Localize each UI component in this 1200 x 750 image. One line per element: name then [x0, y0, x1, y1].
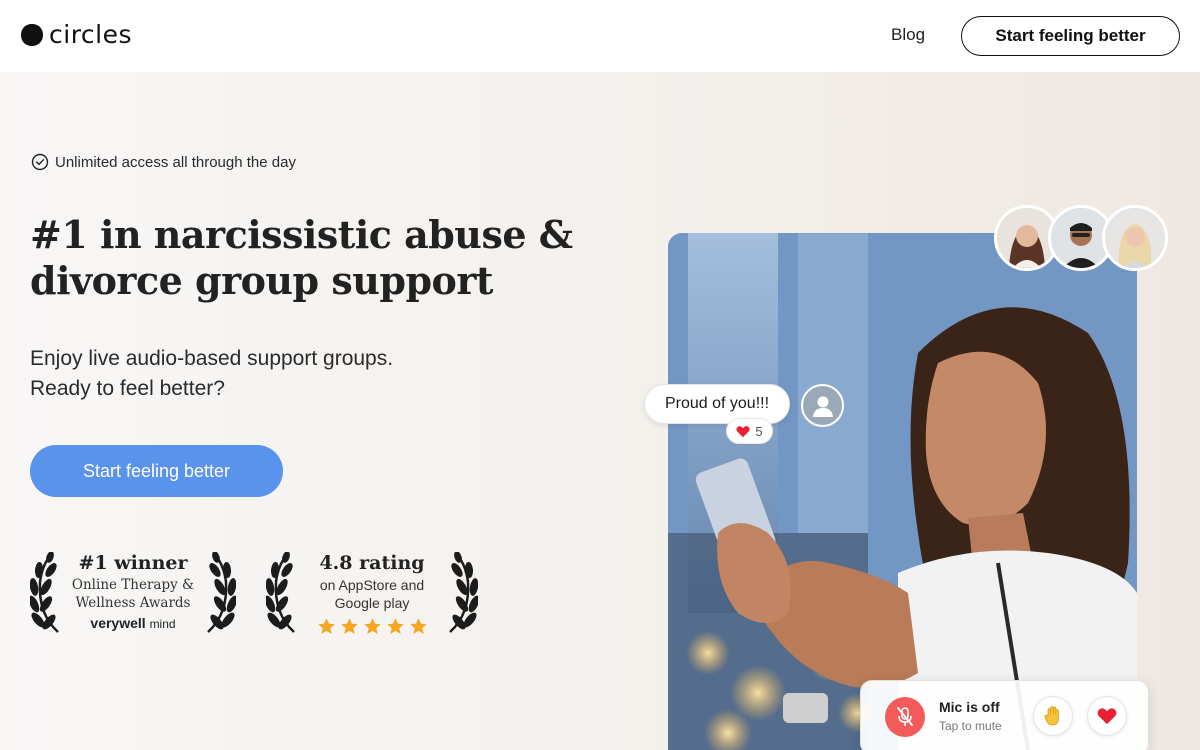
user-icon [812, 396, 833, 417]
hero-headline: #1 in narcissistic abuse & divorce group… [30, 212, 590, 304]
user-avatar [801, 384, 844, 427]
avatar [1102, 205, 1168, 271]
hero-subtext: Enjoy live audio-based support groups. R… [30, 344, 510, 404]
award-line: Google play [334, 595, 410, 611]
award-line: Wellness Awards [75, 595, 191, 611]
chat-message-bubble: Proud of you!!! [644, 384, 790, 424]
hero-subtext-line-1: Enjoy live audio-based support groups. [30, 347, 394, 370]
hero-subtext-line-2: Ready to feel better? [30, 377, 225, 400]
verywell-brand: verywell [90, 615, 146, 631]
mic-toggle-button[interactable] [885, 697, 925, 737]
check-circle-icon [31, 153, 49, 171]
hero-photo [668, 233, 1137, 750]
award-title: #1 winner [78, 552, 188, 574]
award-app-rating: 4.8 rating on AppStore and Google play [266, 550, 478, 640]
star-icon [340, 618, 358, 634]
hero-headline-line-1: #1 in narcissistic abuse & [30, 212, 573, 257]
award-verywell: #1 winner Online Therapy & Wellness Awar… [30, 550, 236, 640]
award-title: 4.8 rating [319, 552, 425, 574]
verywell-brand-suffix: mind [149, 617, 176, 631]
laurel-left-icon [30, 552, 59, 633]
star-icon [409, 618, 427, 634]
mic-status-title: Mic is off [939, 699, 1000, 715]
member-avatars [994, 205, 1168, 271]
star-icon [386, 618, 404, 634]
feature-badge: Unlimited access all through the day [31, 153, 296, 171]
feature-badge-text: Unlimited access all through the day [55, 153, 296, 171]
top-nav-bar: circles Blog Start feeling better [0, 0, 1200, 72]
mic-off-icon [897, 707, 913, 726]
award-rating-text: 4.8 rating on AppStore and Google play [304, 550, 440, 636]
verywell-mind-logo: verywell mind [68, 615, 198, 631]
heart-icon [1097, 708, 1117, 725]
heart-react-button[interactable] [1087, 696, 1127, 736]
laurel-left-icon [266, 552, 295, 633]
award-line: on AppStore and [319, 577, 425, 593]
star-icon [363, 618, 381, 634]
raise-hand-button[interactable] [1033, 696, 1073, 736]
reaction-count: 5 [755, 423, 763, 439]
hero-photo-illustration [668, 233, 1137, 750]
header-cta-button[interactable]: Start feeling better [961, 16, 1180, 56]
star-icon [317, 618, 335, 634]
brand-name: circles [49, 20, 133, 49]
logo[interactable]: circles [20, 20, 132, 49]
call-controls-panel: Mic is off Tap to mute [860, 680, 1149, 750]
heart-icon [736, 425, 750, 437]
mic-status-subtitle: Tap to mute [939, 719, 1002, 733]
award-line: Online Therapy & [71, 577, 195, 593]
hero-cta-button[interactable]: Start feeling better [30, 445, 283, 497]
award-verywell-text: #1 winner Online Therapy & Wellness Awar… [68, 550, 198, 631]
logo-mark-icon [21, 23, 43, 46]
laurel-right-icon [207, 552, 236, 633]
raised-hand-icon [1044, 706, 1059, 726]
nav-link-blog[interactable]: Blog [891, 25, 925, 45]
star-rating [304, 617, 440, 636]
laurel-right-icon [449, 552, 478, 633]
hero-headline-line-2: divorce group support [30, 258, 493, 303]
heart-reaction[interactable]: 5 [726, 418, 773, 444]
